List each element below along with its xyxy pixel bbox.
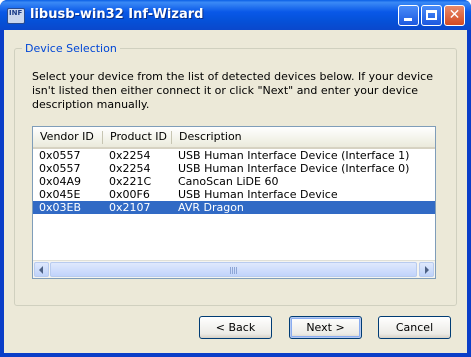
minimize-icon: [404, 18, 412, 21]
product-id-cell: 0x2254: [109, 162, 151, 175]
device-row-selected[interactable]: 0x03EB 0x2107 AVR Dragon: [33, 201, 435, 214]
scrollbar-thumb[interactable]: [50, 262, 417, 277]
column-header-product-id[interactable]: Product ID: [103, 127, 172, 147]
window-title: libusb-win32 Inf-Wizard: [30, 7, 204, 22]
cancel-button[interactable]: Cancel: [378, 316, 451, 339]
column-header-description[interactable]: Description: [172, 127, 435, 147]
device-row[interactable]: 0x0557 0x2254 USB Human Interface Device…: [33, 162, 435, 175]
grip-line: [232, 267, 233, 274]
next-button[interactable]: Next >: [289, 316, 362, 339]
back-button[interactable]: < Back: [199, 316, 272, 339]
maximize-button[interactable]: [421, 5, 442, 26]
grip-line: [236, 267, 237, 274]
instructions-text: Select your device from the list of dete…: [32, 70, 433, 111]
device-row[interactable]: 0x04A9 0x221C CanoScan LiDE 60: [33, 175, 435, 188]
description-cell: USB Human Interface Device (Interface 1): [178, 149, 410, 162]
group-title: Device Selection: [22, 42, 120, 55]
arrow-right-icon: [425, 266, 429, 274]
minimize-button[interactable]: [398, 5, 419, 26]
product-id-cell: 0x2254: [109, 149, 151, 162]
wizard-window: INF libusb-win32 Inf-Wizard ✕ Device Sel…: [0, 0, 471, 357]
product-id-cell: 0x221C: [109, 175, 152, 188]
title-bar[interactable]: INF libusb-win32 Inf-Wizard ✕: [0, 0, 471, 30]
dialog-client-area: Device Selection Select your device from…: [4, 30, 467, 353]
close-button[interactable]: ✕: [444, 5, 465, 26]
close-icon: ✕: [448, 7, 461, 23]
horizontal-scrollbar[interactable]: [33, 260, 435, 278]
product-id-cell: 0x2107: [109, 201, 151, 214]
product-id-cell: 0x00F6: [109, 188, 150, 201]
device-row[interactable]: 0x0557 0x2254 USB Human Interface Device…: [33, 149, 435, 162]
list-rows: 0x0557 0x2254 USB Human Interface Device…: [33, 149, 435, 214]
description-cell: CanoScan LiDE 60: [178, 175, 279, 188]
list-header: Vendor ID Product ID Description: [33, 127, 435, 149]
arrow-left-icon: [39, 266, 43, 274]
description-cell: AVR Dragon: [178, 201, 244, 214]
app-icon: INF: [7, 8, 25, 24]
maximize-icon: [426, 10, 437, 20]
grip-line: [230, 267, 231, 274]
scroll-right-button[interactable]: [419, 262, 434, 277]
device-list[interactable]: Vendor ID Product ID Description 0x0557 …: [32, 126, 436, 279]
vendor-id-cell: 0x03EB: [39, 201, 82, 214]
app-icon-label: INF: [9, 9, 23, 17]
vendor-id-cell: 0x0557: [39, 162, 81, 175]
column-header-vendor-id[interactable]: Vendor ID: [33, 127, 103, 147]
vendor-id-cell: 0x0557: [39, 149, 81, 162]
description-cell: USB Human Interface Device: [178, 188, 338, 201]
scroll-left-button[interactable]: [34, 262, 49, 277]
device-row[interactable]: 0x045E 0x00F6 USB Human Interface Device: [33, 188, 435, 201]
grip-line: [234, 267, 235, 274]
description-cell: USB Human Interface Device (Interface 0): [178, 162, 410, 175]
vendor-id-cell: 0x04A9: [39, 175, 82, 188]
vendor-id-cell: 0x045E: [39, 188, 81, 201]
